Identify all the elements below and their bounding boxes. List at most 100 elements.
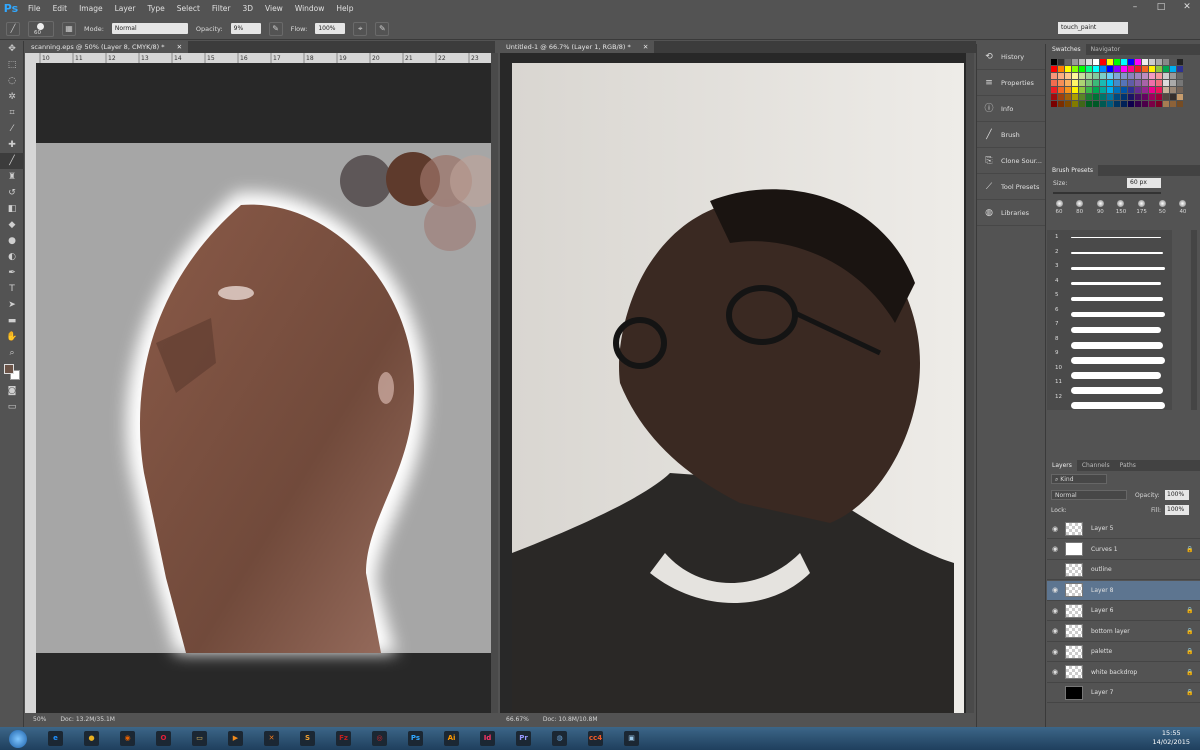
menu-help[interactable]: Help — [330, 0, 359, 17]
tab-paths[interactable]: Paths — [1115, 460, 1141, 471]
canvas-scanning[interactable] — [36, 63, 491, 713]
swatch[interactable] — [1086, 101, 1092, 107]
swatch[interactable] — [1121, 73, 1127, 79]
swatch[interactable] — [1107, 94, 1113, 100]
document-tab-untitled[interactable]: Untitled-1 @ 66.7% (Layer 1, RGB/8) * ✕ — [500, 41, 655, 53]
menu-3d[interactable]: 3D — [236, 0, 259, 17]
swatch[interactable] — [1107, 87, 1113, 93]
size-slider[interactable] — [1053, 192, 1161, 194]
swatch[interactable] — [1114, 59, 1120, 65]
swatch[interactable] — [1086, 94, 1092, 100]
visibility-eye-icon[interactable]: ◉ — [1047, 648, 1063, 656]
swatch[interactable] — [1149, 87, 1155, 93]
swatch[interactable] — [1051, 73, 1057, 79]
layer-row[interactable]: ◉ palette 🔒 — [1047, 642, 1200, 662]
swatch[interactable] — [1177, 59, 1183, 65]
swatch[interactable] — [1149, 66, 1155, 72]
swatch[interactable] — [1170, 80, 1176, 86]
canvas-untitled[interactable] — [500, 53, 966, 713]
dock-panel-history[interactable]: ⟲ History — [977, 44, 1045, 70]
dock-panel-clone-sour-[interactable]: ⎘ Clone Sour... — [977, 148, 1045, 174]
tab-swatches[interactable]: Swatches — [1047, 44, 1086, 55]
swatch[interactable] — [1079, 80, 1085, 86]
paint-bucket-tool-icon[interactable]: ◆ — [0, 217, 24, 233]
brush-stroke-preview[interactable] — [1071, 297, 1163, 302]
workspace-select[interactable]: touch_paint — [1058, 22, 1128, 34]
swatch[interactable] — [1156, 87, 1162, 93]
tab-brush-presets[interactable]: Brush Presets — [1047, 165, 1099, 176]
swatch[interactable] — [1093, 101, 1099, 107]
swatch[interactable] — [1065, 66, 1071, 72]
swatch[interactable] — [1072, 73, 1078, 79]
tab-layers[interactable]: Layers — [1047, 460, 1077, 471]
swatch[interactable] — [1163, 59, 1169, 65]
dock-panel-tool-presets[interactable]: ⟋ Tool Presets — [977, 174, 1045, 200]
pen-tool-icon[interactable]: ✒ — [0, 265, 24, 281]
visibility-eye-icon[interactable]: ◉ — [1047, 586, 1063, 594]
swatch[interactable] — [1177, 73, 1183, 79]
swatch[interactable] — [1142, 66, 1148, 72]
brush-stroke-preview[interactable] — [1071, 267, 1165, 270]
brush-panel-toggle-icon[interactable]: ▦ — [62, 21, 76, 36]
minimize-icon[interactable]: – — [1122, 0, 1148, 14]
swatch[interactable] — [1065, 94, 1071, 100]
airbrush-icon[interactable]: ⌖ — [353, 21, 368, 36]
swatch[interactable] — [1072, 87, 1078, 93]
layer-opacity-input[interactable]: 100% — [1165, 490, 1189, 500]
taskbar-app[interactable]: Ai — [435, 728, 468, 749]
crop-tool-icon[interactable]: ⌗ — [0, 105, 24, 121]
swatch[interactable] — [1100, 87, 1106, 93]
swatch[interactable] — [1065, 101, 1071, 107]
swatch[interactable] — [1135, 66, 1141, 72]
close-tab-icon[interactable]: ✕ — [177, 43, 182, 51]
swatch[interactable] — [1079, 101, 1085, 107]
dock-panel-info[interactable]: ⓘ Info — [977, 96, 1045, 122]
swatch[interactable] — [1086, 66, 1092, 72]
vertical-scrollbar-2[interactable] — [966, 53, 974, 713]
menu-type[interactable]: Type — [142, 0, 171, 17]
brush-tip[interactable]: 60 — [1051, 200, 1067, 224]
swatch[interactable] — [1114, 73, 1120, 79]
brush-tool-icon[interactable]: ╱ — [6, 21, 20, 36]
layer-row[interactable]: ◉ Curves 1 🔒 — [1047, 540, 1200, 560]
brush-stroke-list[interactable]: 1 2 3 4 5 6 7 8 9 10 11 12 — [1047, 230, 1172, 410]
zoom-level[interactable]: 50% — [33, 716, 46, 723]
taskbar-app[interactable]: e — [39, 728, 72, 749]
swatch[interactable] — [1058, 87, 1064, 93]
swatch[interactable] — [1072, 94, 1078, 100]
brush-tip[interactable]: 40 — [1175, 200, 1191, 224]
layer-row[interactable]: ◉ Layer 5 — [1047, 519, 1200, 539]
taskbar-app[interactable]: Fz — [327, 728, 360, 749]
swatch[interactable] — [1135, 101, 1141, 107]
swatch[interactable] — [1163, 87, 1169, 93]
swatch[interactable] — [1065, 80, 1071, 86]
swatch[interactable] — [1135, 59, 1141, 65]
eyedropper-tool-icon[interactable]: ⁄ — [0, 121, 24, 137]
zoom-tool-icon[interactable]: ⌕ — [0, 345, 24, 361]
swatch[interactable] — [1114, 94, 1120, 100]
brush-tip[interactable]: 50 — [1154, 200, 1170, 224]
swatch[interactable] — [1177, 80, 1183, 86]
history-brush-tool-icon[interactable]: ↺ — [0, 185, 24, 201]
swatch[interactable] — [1079, 94, 1085, 100]
foreground-color[interactable] — [4, 364, 14, 374]
menu-file[interactable]: File — [22, 0, 47, 17]
taskbar-app[interactable]: Pr — [507, 728, 540, 749]
vertical-scrollbar[interactable] — [491, 53, 498, 713]
zoom-level[interactable]: 66.67% — [506, 716, 529, 723]
swatch[interactable] — [1093, 87, 1099, 93]
swatch[interactable] — [1093, 73, 1099, 79]
dock-panel-properties[interactable]: ≡ Properties — [977, 70, 1045, 96]
swatch[interactable] — [1170, 73, 1176, 79]
swatch[interactable] — [1121, 66, 1127, 72]
swatch[interactable] — [1142, 80, 1148, 86]
swatch[interactable] — [1058, 59, 1064, 65]
move-tool-icon[interactable]: ✥ — [0, 41, 24, 57]
swatch[interactable] — [1086, 80, 1092, 86]
pressure-opacity-icon[interactable]: ✎ — [268, 21, 283, 36]
start-button[interactable] — [0, 728, 36, 749]
stamp-tool-icon[interactable]: ♜ — [0, 169, 24, 185]
dodge-tool-icon[interactable]: ◐ — [0, 249, 24, 265]
swatch[interactable] — [1142, 94, 1148, 100]
swatch[interactable] — [1128, 59, 1134, 65]
